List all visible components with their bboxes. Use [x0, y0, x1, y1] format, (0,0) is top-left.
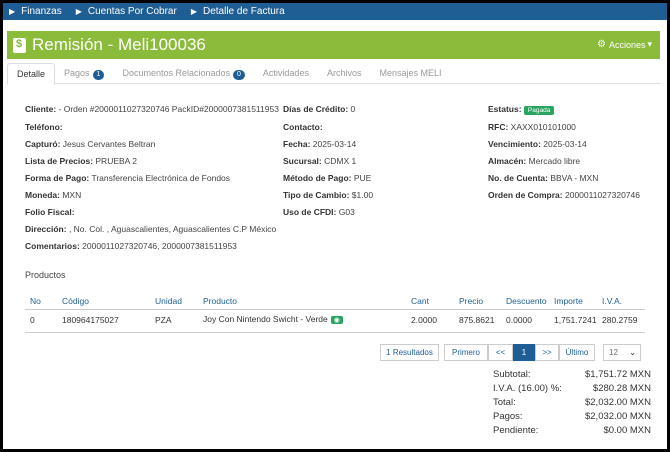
table-row: 0 180964175027 PZA Joy Con Nintendo Swic…	[25, 310, 645, 333]
field-lista-precios: Lista de Precios: PRUEBA 2	[25, 156, 137, 166]
field-fecha: Fecha: 2025-03-14	[283, 139, 357, 149]
subtotal-value: $1,751.72 MXN	[584, 369, 651, 380]
chevron-right-icon: ▶	[75, 7, 82, 16]
pendiente-label: Pendiente:	[493, 425, 539, 436]
pagos-value: $2,032.00 MXN	[584, 411, 651, 422]
col-importe: Importe	[554, 296, 583, 306]
field-sucursal: Sucursal: CDMX 1	[283, 156, 357, 166]
pager-next-button[interactable]: >>	[535, 344, 559, 361]
pager-first-button[interactable]: Primero	[444, 344, 488, 361]
breadcrumb-item-finanzas[interactable]: ▶ Finanzas	[9, 6, 70, 17]
field-direccion: Dirección: , No. Col. , Aguascalientes, …	[25, 224, 277, 234]
gear-icon: ⚙	[596, 39, 606, 50]
pendiente-value: $0.00 MXN	[603, 425, 651, 436]
caret-down-icon: ▾	[647, 39, 652, 49]
col-precio: Precio	[459, 296, 484, 306]
field-capturo: Capturó: Jesus Cervantes Beltran	[25, 139, 156, 149]
field-cliente: Cliente: - Orden #2000011027320746 PackI…	[25, 104, 279, 114]
status-badge: Pagada	[523, 106, 555, 115]
tab-documentos[interactable]: Documentos Relacionados 0	[113, 63, 253, 83]
col-descuento: Descuento	[506, 296, 547, 306]
col-no: No	[30, 296, 41, 306]
field-estatus: Estatus: Pagada	[488, 104, 555, 115]
field-rfc: RFC: XAXX010101000	[488, 122, 576, 132]
field-dias-credito: Días de Crédito: 0	[283, 104, 356, 114]
pager-prev-button[interactable]: <<	[488, 344, 513, 361]
breadcrumb: ▶ Finanzas ▶ Cuentas Por Cobrar ▶ Detalle d…	[3, 3, 667, 20]
page-size-select[interactable]: 12 ⌄	[603, 344, 641, 361]
subtotal-label: Subtotal:	[493, 369, 531, 380]
count-badge: 1	[92, 70, 105, 80]
col-unidad: Unidad	[155, 296, 182, 306]
pager-last-button[interactable]: Último	[559, 344, 595, 361]
tab-actividades[interactable]: Actividades	[254, 63, 318, 83]
chevron-down-icon: ⌄	[629, 348, 636, 357]
field-no-cuenta: No. de Cuenta: BBVA - MXN	[488, 173, 599, 183]
pagos-label: Pagos:	[493, 411, 523, 422]
field-forma-pago: Forma de Pago: Transferencia Electrónica…	[25, 173, 231, 183]
field-uso-cfdi: Uso de CFDI: G03	[283, 207, 355, 217]
page-title: Remisión - Meli100036	[32, 35, 206, 54]
tab-bar: Detalle Pagos 1 Documentos Relacionados 0 …	[7, 63, 660, 85]
field-almacen: Almacén: Mercado libre	[488, 156, 581, 166]
col-codigo: Código	[62, 296, 89, 306]
page-frame: ▶ Finanzas ▶ Cuentas Por Cobrar ▶ Detalle d…	[3, 3, 667, 449]
tab-detalle[interactable]: Detalle	[7, 63, 56, 85]
field-moneda: Moneda: MXN	[25, 190, 82, 200]
field-orden-compra: Orden de Compra: 2000011027320746	[488, 190, 640, 200]
tab-archivos[interactable]: Archivos	[318, 63, 371, 83]
tab-mensajes-meli[interactable]: Mensajes MELI	[370, 63, 450, 83]
eye-icon[interactable]: ◉	[330, 316, 343, 324]
col-producto: Producto	[203, 296, 238, 306]
breadcrumb-item-cuentas[interactable]: ▶ Cuentas Por Cobrar	[76, 6, 185, 17]
invoice-icon	[13, 37, 26, 53]
col-cant: Cant	[411, 296, 429, 306]
chevron-right-icon: ▶	[9, 7, 16, 16]
iva-value: $280.28 MXN	[592, 383, 651, 394]
count-badge: 0	[233, 70, 245, 80]
tab-pagos[interactable]: Pagos 1	[55, 63, 113, 83]
field-telefono: Teléfono:	[25, 122, 63, 132]
iva-label: I.V.A. (16.00) %:	[493, 383, 562, 394]
products-table-header: No Código Unidad Producto Cant Precio De…	[25, 291, 645, 310]
field-folio-fiscal: Folio Fiscal:	[25, 207, 75, 217]
field-tipo-cambio: Tipo de Cambio: $1.00	[283, 190, 374, 200]
field-metodo-pago: Método de Pago: PUE	[283, 173, 372, 183]
products-section-title: Productos	[25, 270, 66, 280]
results-count: 1 Resultados	[380, 344, 439, 361]
page-header: Remisión - Meli100036 ⚙ Acciones ▾	[7, 31, 660, 59]
pager-page-1[interactable]: 1	[513, 344, 535, 361]
field-comentarios: Comentarios: 2000011027320746, 200000738…	[25, 241, 237, 251]
breadcrumb-item-detalle: ▶ Detalle de Factura	[190, 6, 285, 17]
total-label: Total:	[493, 397, 516, 408]
total-value: $2,032.00 MXN	[584, 397, 651, 408]
field-vencimiento: Vencimiento: 2025-03-14	[488, 139, 587, 149]
field-contacto: Contacto:	[283, 122, 323, 132]
col-iva: I.V.A.	[602, 296, 623, 306]
chevron-right-icon: ▶	[190, 7, 197, 16]
actions-button[interactable]: ⚙ Acciones ▾	[597, 39, 652, 50]
